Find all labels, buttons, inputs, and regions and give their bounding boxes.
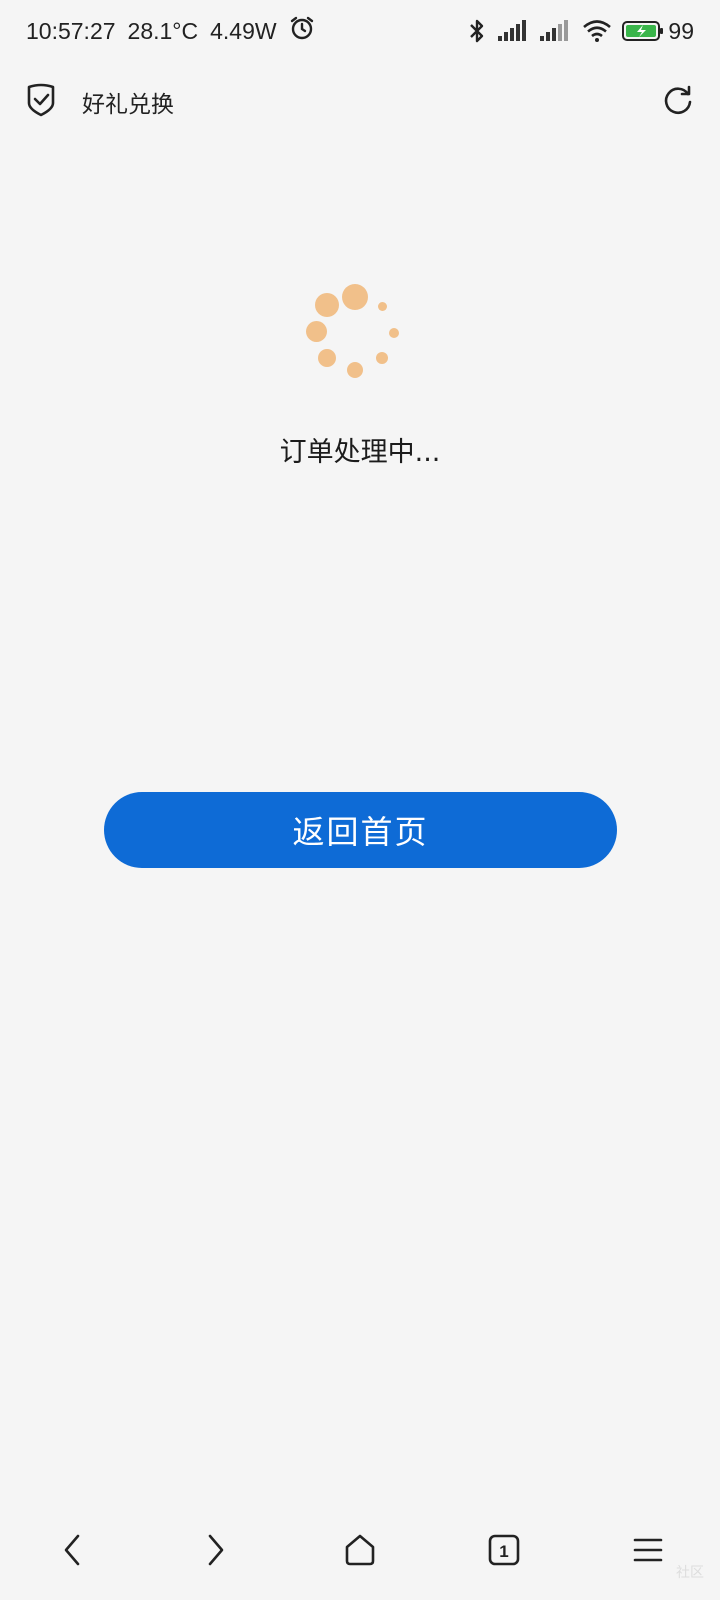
spinner-dot bbox=[347, 362, 363, 378]
wifi-icon bbox=[582, 19, 612, 43]
spinner-dot bbox=[389, 328, 399, 338]
home-button[interactable] bbox=[330, 1522, 390, 1582]
loading-spinner bbox=[305, 282, 415, 392]
tabs-button[interactable]: 1 bbox=[474, 1522, 534, 1582]
status-temperature: 28.1°C bbox=[127, 17, 199, 44]
spinner-dot bbox=[306, 321, 327, 342]
menu-button[interactable] bbox=[618, 1522, 678, 1582]
spinner-dot bbox=[318, 349, 336, 367]
svg-text:1: 1 bbox=[499, 1542, 508, 1561]
forward-icon bbox=[204, 1532, 228, 1572]
forward-button[interactable] bbox=[186, 1522, 246, 1582]
status-bar: 10:57:27 28.1°C 4.49W 99 bbox=[0, 0, 720, 62]
screen: 10:57:27 28.1°C 4.49W 99 好礼兑换 订单处理中... 返… bbox=[0, 0, 720, 1600]
back-button[interactable] bbox=[42, 1522, 102, 1582]
status-power: 4.49W bbox=[210, 17, 277, 44]
shield-check-icon[interactable] bbox=[26, 83, 56, 121]
battery-icon bbox=[622, 20, 664, 42]
status-time: 10:57:27 bbox=[26, 17, 116, 44]
status-left: 10:57:27 28.1°C 4.49W bbox=[26, 15, 327, 47]
watermark: 社区 bbox=[676, 1565, 704, 1581]
bottom-nav: 1 bbox=[0, 1504, 720, 1600]
spinner-dot bbox=[342, 284, 368, 310]
header: 好礼兑换 bbox=[0, 68, 720, 136]
alarm-icon bbox=[289, 15, 315, 47]
signal-icon-1 bbox=[498, 20, 530, 42]
battery-level: 99 bbox=[668, 17, 694, 44]
bluetooth-icon bbox=[466, 18, 488, 44]
status-right: 99 bbox=[456, 18, 694, 45]
spinner-dot bbox=[376, 352, 388, 364]
page-title: 好礼兑换 bbox=[82, 92, 174, 118]
menu-icon bbox=[632, 1536, 664, 1568]
home-icon bbox=[343, 1533, 377, 1571]
spinner-dot bbox=[378, 302, 387, 311]
signal-icon-2 bbox=[540, 20, 572, 42]
back-icon bbox=[60, 1532, 84, 1572]
tabs-icon: 1 bbox=[488, 1534, 520, 1570]
order-status-text: 订单处理中... bbox=[279, 437, 441, 468]
spinner-dot bbox=[315, 293, 339, 317]
refresh-icon[interactable] bbox=[662, 84, 694, 120]
return-home-button[interactable]: 返回首页 bbox=[104, 792, 617, 868]
